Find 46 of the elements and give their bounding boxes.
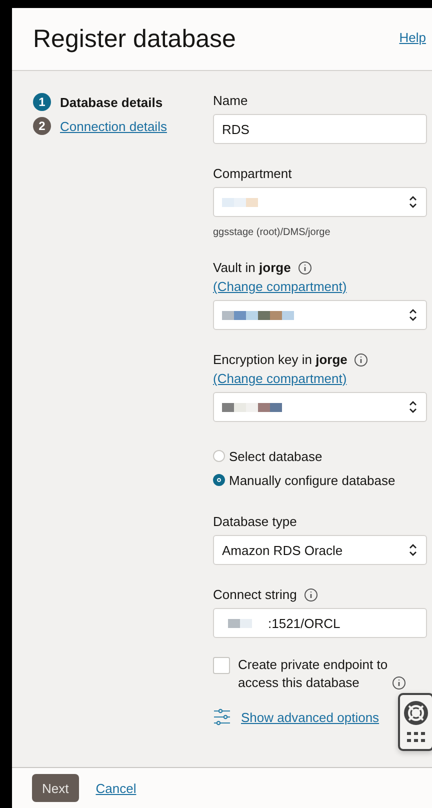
- checkbox-label: Create private endpoint to access this database: [238, 656, 388, 692]
- cancel-link[interactable]: Cancel: [96, 780, 136, 796]
- field-label: Connect string: [213, 587, 297, 602]
- step-label: Database details: [60, 94, 163, 110]
- radio-button[interactable]: [213, 474, 225, 486]
- step-number: 2: [33, 117, 51, 135]
- change-compartment-link[interactable]: (Change compartment): [213, 371, 427, 386]
- chevron-icon: [408, 543, 418, 557]
- change-compartment-link[interactable]: (Change compartment): [213, 279, 427, 294]
- advanced-options-link[interactable]: Show advanced options: [241, 710, 380, 724]
- field-label: Database type: [213, 514, 297, 529]
- connect-string-field[interactable]: :1521/ORCL: [213, 608, 427, 638]
- field-label: Compartment: [213, 166, 292, 181]
- info-icon[interactable]: [304, 588, 318, 602]
- field-label: Encryption key in jorge: [213, 352, 348, 367]
- database-type-select[interactable]: Amazon RDS Oracle: [213, 535, 427, 565]
- info-icon[interactable]: [298, 260, 312, 274]
- chevron-icon: [408, 400, 418, 414]
- info-icon[interactable]: [392, 676, 406, 690]
- next-button[interactable]: Next: [32, 774, 79, 802]
- vault-select[interactable]: [213, 300, 427, 330]
- grid-icon: [407, 732, 425, 744]
- radio-button[interactable]: [213, 450, 225, 462]
- blurred-value: [222, 198, 258, 206]
- radio-label: Select database: [229, 448, 322, 464]
- blurred-value: [222, 310, 294, 320]
- field-value: :1521/ORCL: [268, 616, 340, 630]
- help-link[interactable]: Help: [399, 30, 426, 45]
- name-field[interactable]: RDS: [213, 114, 427, 144]
- checkbox[interactable]: [213, 657, 230, 674]
- radio-label: Manually configure database: [229, 472, 396, 488]
- field-label: Name: [213, 93, 248, 108]
- chevron-icon: [408, 308, 418, 322]
- key-select[interactable]: [213, 392, 427, 422]
- help-widget[interactable]: [398, 693, 432, 751]
- blurred-value: [228, 618, 252, 628]
- step-link[interactable]: Connection details: [60, 118, 167, 134]
- sliders-icon: [213, 708, 231, 726]
- lifebuoy-icon: [403, 700, 429, 726]
- panel-title: Register database: [33, 24, 236, 54]
- helper-text: ggsstage (root)/DMS/jorge: [213, 227, 332, 238]
- blurred-value: [222, 402, 282, 412]
- field-label: Vault in jorge: [213, 260, 291, 275]
- info-icon[interactable]: [354, 352, 368, 366]
- step-number: 1: [33, 93, 51, 111]
- chevron-icon: [408, 195, 418, 209]
